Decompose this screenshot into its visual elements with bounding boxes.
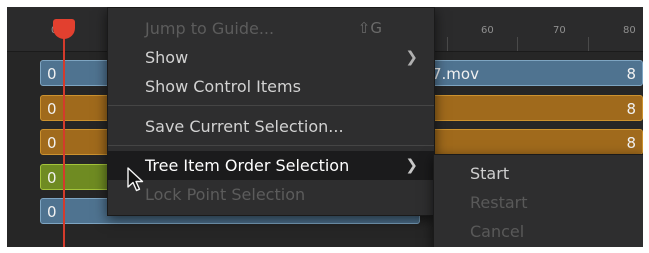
chevron-right-icon: ❯ (405, 48, 418, 66)
clip-start-value: 0 (47, 65, 57, 83)
ruler-tick-mark (588, 37, 589, 51)
timeline-screenshot: 0 60 70 80 0 7.mov 8 0 8 0 8 (7, 7, 643, 247)
chevron-right-icon: ❯ (405, 156, 418, 174)
menu-item-label: Show (145, 48, 189, 67)
submenu-item-start[interactable]: Start (434, 159, 643, 188)
menu-item-label: Jump to Guide... (145, 19, 275, 38)
clip[interactable]: 7.mov 8 (419, 60, 643, 86)
menu-separator (108, 145, 434, 146)
clip-end-value: 8 (626, 65, 636, 83)
menu-item-show-control-items[interactable]: Show Control Items (108, 72, 434, 101)
mouse-pointer-icon (127, 167, 144, 192)
menu-item-tree-item-order-selection[interactable]: Tree Item Order Selection ❯ (108, 151, 434, 180)
menu-item-label: Save Current Selection... (145, 117, 344, 136)
menu-item-jump-to-guide[interactable]: Jump to Guide... ⇧G (108, 14, 434, 43)
clip[interactable]: 8 (419, 95, 643, 121)
menu-item-show[interactable]: Show ❯ (108, 43, 434, 72)
ruler-tick-70: 70 (553, 25, 566, 36)
context-menu: Jump to Guide... ⇧G Show ❯ Show Control … (107, 7, 435, 216)
submenu-item-cancel[interactable]: Cancel (434, 217, 643, 246)
menu-item-label: Lock Point Selection (145, 185, 306, 204)
clip[interactable]: 8 (419, 129, 643, 155)
ruler-tick-mark (517, 37, 518, 51)
clip-start-value: 0 (47, 134, 57, 152)
submenu-item-label: Restart (470, 193, 528, 212)
menu-item-save-current-selection[interactable]: Save Current Selection... (108, 112, 434, 141)
menu-item-lock-point-selection[interactable]: Lock Point Selection (108, 180, 434, 209)
submenu-item-label: Cancel (470, 222, 525, 241)
menu-item-label: Show Control Items (145, 77, 301, 96)
submenu-item-label: Start (470, 164, 510, 183)
menu-item-label: Tree Item Order Selection (145, 156, 350, 175)
menu-item-shortcut: ⇧G (357, 19, 382, 37)
ruler-tick-80: 80 (623, 25, 636, 36)
menu-separator (108, 105, 434, 106)
clip-start-value: 0 (47, 100, 57, 118)
playhead-line[interactable] (63, 27, 65, 247)
clip-name: 7.mov (432, 65, 479, 83)
ruler-tick-60: 60 (481, 25, 494, 36)
clip[interactable]: 0 (40, 164, 110, 190)
submenu: Start Restart Cancel (433, 154, 643, 247)
clip-end-value: 8 (626, 100, 636, 118)
clip-end-value: 8 (626, 134, 636, 152)
submenu-item-restart[interactable]: Restart (434, 188, 643, 217)
clip-start-value: 0 (47, 203, 57, 221)
clip-start-value: 0 (47, 169, 57, 187)
ruler-tick-mark (447, 37, 448, 51)
